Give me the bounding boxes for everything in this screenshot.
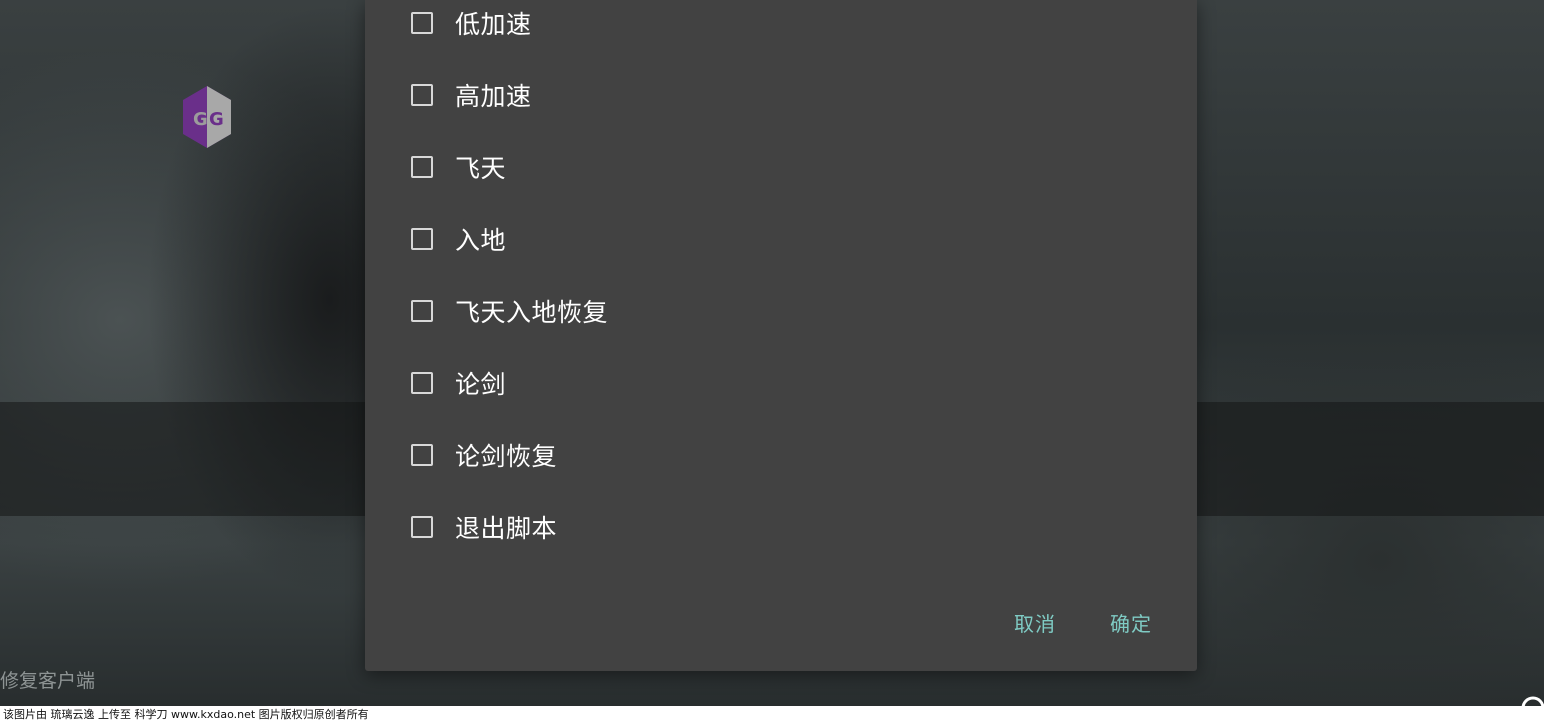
option-label: 退出脚本 (455, 514, 558, 543)
repair-client-text: 修复客户端 (0, 670, 96, 692)
gameguardian-logo-icon[interactable]: G G (179, 84, 235, 150)
svg-text:G: G (209, 109, 224, 130)
option-label: 飞天 (455, 154, 507, 183)
option-label: 论剑 (455, 370, 507, 399)
checkbox-unchecked-icon[interactable] (411, 444, 433, 466)
option-label: 低加速 (455, 10, 532, 39)
option-fly-underground-restore[interactable]: 飞天入地恢复 (411, 291, 608, 331)
confirm-button[interactable]: 确定 (1110, 608, 1152, 640)
option-label: 飞天入地恢复 (455, 298, 609, 327)
cancel-button[interactable]: 取消 (1014, 608, 1056, 640)
checkbox-unchecked-icon[interactable] (411, 372, 433, 394)
checkbox-unchecked-icon[interactable] (411, 156, 433, 178)
checkbox-unchecked-icon[interactable] (411, 516, 433, 538)
option-sword-duel-restore[interactable]: 论剑恢复 (411, 435, 557, 475)
checkbox-unchecked-icon[interactable] (411, 12, 433, 34)
checkbox-unchecked-icon[interactable] (411, 228, 433, 250)
option-exit-script[interactable]: 退出脚本 (411, 507, 557, 547)
option-label: 高加速 (455, 82, 532, 111)
option-label: 入地 (455, 226, 507, 255)
script-menu-dialog: 低加速 高加速 飞天 入地 飞天入地恢复 论剑 论剑恢复 退出脚本 取消 确定 (365, 0, 1197, 671)
option-fly[interactable]: 飞天 (411, 147, 506, 187)
checkbox-unchecked-icon[interactable] (411, 84, 433, 106)
option-underground[interactable]: 入地 (411, 219, 506, 259)
checkbox-unchecked-icon[interactable] (411, 300, 433, 322)
svg-text:G: G (193, 109, 208, 130)
option-low-speed[interactable]: 低加速 (411, 3, 532, 43)
option-sword-duel[interactable]: 论剑 (411, 363, 506, 403)
option-high-speed[interactable]: 高加速 (411, 75, 532, 115)
watermark-footer: 该图片由 琉璃云逸 上传至 科学刀 www.kxdao.net 图片版权归原创者… (0, 706, 1544, 724)
option-label: 论剑恢复 (455, 442, 558, 471)
